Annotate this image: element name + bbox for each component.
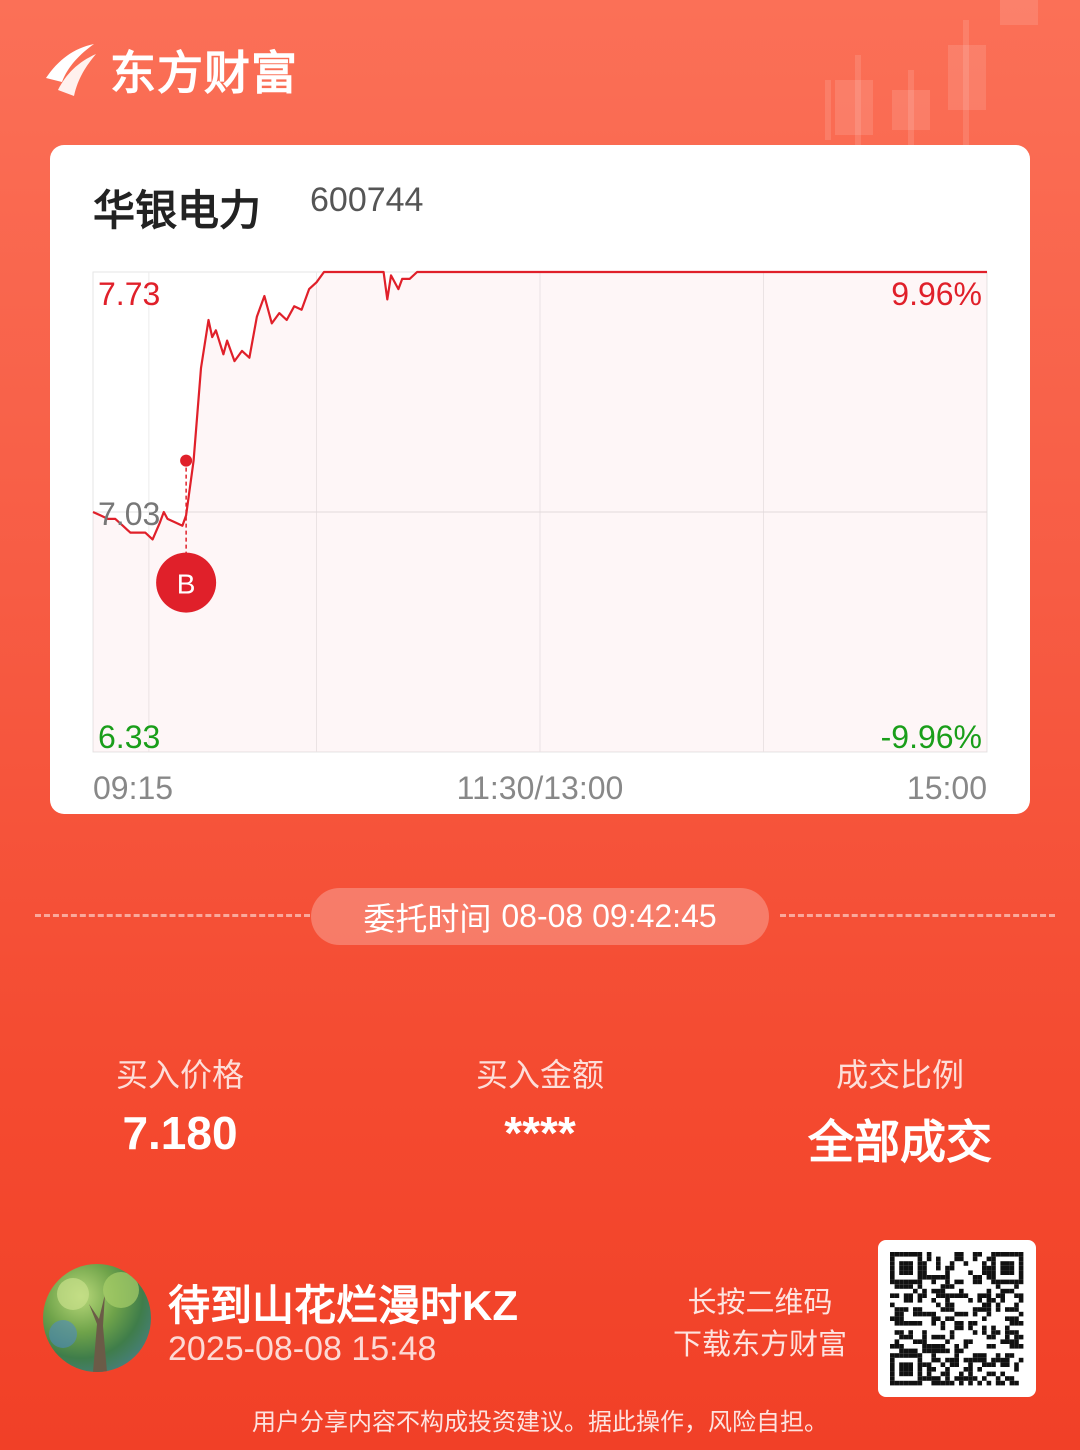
stat-buy-amount: 买入金额 **** <box>390 1050 690 1160</box>
intraday-chart: 7.73 7.03 6.33 9.96% -9.96% 09:15 11:30/13:00 1… <box>92 270 988 806</box>
stat-value: 全部成交 <box>808 1116 992 1168</box>
disclaimer: 用户分享内容不构成投资建议。据此操作，风险自担。 <box>252 1409 828 1436</box>
y-axis-label: 7.03 <box>98 496 160 532</box>
divider-right <box>780 914 1055 917</box>
qr-code-icon <box>890 1252 1024 1386</box>
stat-value: 7.180 <box>122 1107 238 1159</box>
x-axis-label: 09:15 <box>93 770 173 806</box>
stock-name: 华银电力 <box>93 187 262 234</box>
brand-logo: 东方财富 <box>40 38 298 102</box>
stock-chart-card[interactable]: 7.73 7.03 6.33 9.96% -9.96% 09:15 11:30/13:00 1… <box>50 145 1030 814</box>
avatar[interactable] <box>43 1264 151 1372</box>
stat-label: 成交比例 <box>835 1057 964 1093</box>
qr-tip: 长按二维码 下载东方财富 <box>660 1282 860 1366</box>
y-axis-label-pct: 9.96% <box>891 276 982 312</box>
y-axis-label-pct: -9.96% <box>881 719 982 755</box>
user-name: 待到山花烂漫时KZ <box>168 1282 518 1329</box>
trade-point <box>180 454 193 467</box>
order-time-pill: 委托时间 08-08 09:42:45 <box>311 888 769 945</box>
avatar-tree-image <box>49 1272 139 1372</box>
y-axis-label: 7.73 <box>98 276 160 312</box>
stat-value: **** <box>504 1107 576 1159</box>
y-axis-label: 6.33 <box>98 719 160 755</box>
brand-name: 东方财富 <box>110 47 298 99</box>
share-datetime: 2025-08-08 15:48 <box>168 1330 437 1368</box>
divider-left <box>35 914 310 917</box>
brand-logo-icon <box>46 44 96 96</box>
stat-label: 买入金额 <box>475 1057 604 1093</box>
x-axis-label: 15:00 <box>907 770 987 806</box>
x-axis-label: 11:30/13:00 <box>457 770 624 806</box>
stat-label: 买入价格 <box>115 1057 244 1093</box>
stat-fill-ratio: 成交比例 全部成交 <box>750 1050 1050 1172</box>
stock-code: 600744 <box>310 181 424 219</box>
qr-tip-line1: 长按二维码 <box>687 1287 833 1319</box>
qr-code[interactable] <box>878 1240 1036 1397</box>
buy-marker-label: B <box>177 569 196 600</box>
qr-tip-line2: 下载东方财富 <box>672 1329 847 1361</box>
order-time-value: 08-08 09:42:45 <box>501 898 717 934</box>
stat-buy-price: 买入价格 7.180 <box>30 1050 330 1160</box>
decorative-candlesticks <box>825 0 1038 150</box>
order-time-label: 委托时间 <box>363 900 492 937</box>
